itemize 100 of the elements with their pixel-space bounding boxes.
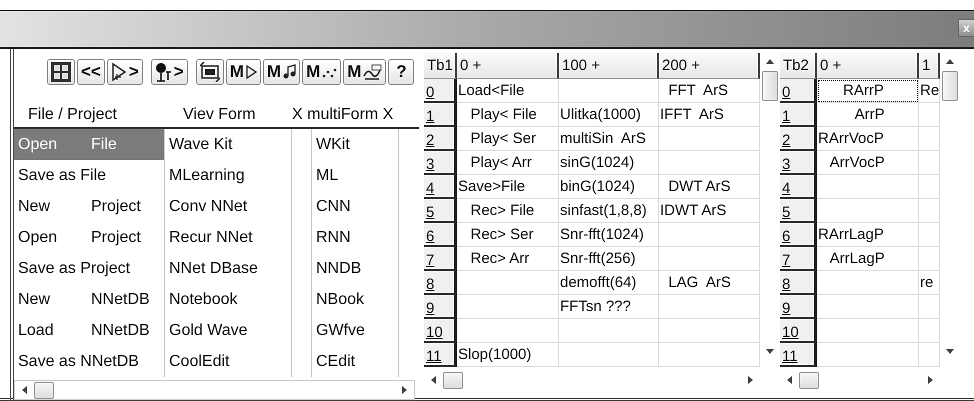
scrollbar-thumb[interactable] [443, 372, 463, 388]
menu-item[interactable]: Save as File [14, 160, 165, 191]
row-header[interactable]: 3 [780, 151, 817, 175]
toolbar-button[interactable]: > [106, 59, 143, 85]
menu-item[interactable]: CoolEdit [165, 346, 292, 377]
table-cell[interactable] [457, 319, 559, 343]
table-cell[interactable]: Load<File [457, 79, 559, 103]
table-cell[interactable] [817, 175, 919, 199]
menu-item[interactable]: New Project [14, 191, 165, 222]
table-cell[interactable] [559, 343, 659, 367]
table-cell[interactable] [817, 199, 919, 223]
table-cell[interactable]: Snr-fft(256) [559, 247, 659, 271]
toolbar-button[interactable] [47, 59, 75, 85]
row-header[interactable]: 4 [780, 175, 817, 199]
scrollbar-thumb[interactable] [762, 71, 778, 101]
menu-item[interactable]: CEdit [312, 346, 399, 377]
menu-item[interactable]: Load NNetDB [14, 315, 165, 346]
row-header[interactable]: 0 [424, 79, 457, 103]
table-cell[interactable]: RArrLagP [817, 223, 919, 247]
column-header[interactable]: 100 + [559, 53, 659, 79]
column-header[interactable]: 200 + [659, 53, 760, 79]
table-cell[interactable]: ArrVocP [817, 151, 919, 175]
toolbar-button[interactable]: M [302, 59, 342, 85]
table-cell[interactable]: Play< File [457, 103, 559, 127]
row-header[interactable]: 8 [424, 271, 457, 295]
menu-item[interactable]: Recur NNet [165, 222, 292, 253]
table-cell[interactable]: ArrLagP [817, 247, 919, 271]
table-cell[interactable]: RArrVocP [817, 127, 919, 151]
column-header[interactable]: 0 + [457, 53, 559, 79]
toolbar-button[interactable]: > [150, 59, 188, 85]
table-cell[interactable] [559, 319, 659, 343]
menu-item[interactable]: Save as NNetDB [14, 346, 165, 377]
menu-item[interactable]: New NNetDB [14, 284, 165, 315]
menu-item[interactable]: ML [312, 160, 399, 191]
table-cell[interactable]: sinfast(1,8,8) [559, 199, 659, 223]
row-header[interactable]: 4 [424, 175, 457, 199]
row-header[interactable]: 11 [424, 343, 457, 367]
table-cell[interactable]: sinG(1024) [559, 151, 659, 175]
row-header[interactable]: 1 [780, 103, 817, 127]
table-cell[interactable]: FFTsn ??? [559, 295, 659, 319]
row-header[interactable]: 6 [780, 223, 817, 247]
table-cell[interactable]: Play< Ser [457, 127, 559, 151]
row-header[interactable]: 0 [780, 79, 817, 103]
table-cell[interactable]: RArrP [817, 79, 919, 103]
menu-item[interactable]: MLearning [165, 160, 292, 191]
menu-item[interactable]: NNDB [312, 253, 399, 284]
menu-item[interactable]: WKit [312, 129, 399, 160]
table-cell[interactable]: multiSin ArS [559, 127, 659, 151]
table-cell[interactable]: Rec> Arr [457, 247, 559, 271]
table-cell[interactable]: Save>File [457, 175, 559, 199]
menu-item[interactable]: NNet DBase [165, 253, 292, 284]
row-header[interactable]: 5 [780, 199, 817, 223]
row-header[interactable]: 11 [780, 343, 817, 367]
column-header[interactable]: 0 + [817, 53, 919, 79]
row-header[interactable]: 10 [424, 319, 457, 343]
scrollbar-thumb[interactable] [942, 71, 958, 101]
row-header[interactable]: 6 [424, 223, 457, 247]
table-cell[interactable] [817, 271, 919, 295]
row-header[interactable]: 8 [780, 271, 817, 295]
row-header[interactable]: 9 [424, 295, 457, 319]
row-header[interactable]: 5 [424, 199, 457, 223]
menu-item[interactable]: RNN [312, 222, 399, 253]
row-header[interactable]: 2 [424, 127, 457, 151]
row-header[interactable]: 2 [780, 127, 817, 151]
row-header[interactable]: 3 [424, 151, 457, 175]
row-header[interactable]: 7 [424, 247, 457, 271]
table-cell[interactable] [817, 343, 919, 367]
table-cell[interactable] [817, 319, 919, 343]
menu-item[interactable]: CNN [312, 191, 399, 222]
table-cell[interactable]: demofft(64) [559, 271, 659, 295]
row-header[interactable]: 7 [780, 247, 817, 271]
menu-item[interactable]: Save as Project [14, 253, 165, 284]
table-cell[interactable] [817, 295, 919, 319]
toolbar-button[interactable] [196, 59, 224, 85]
table-cell[interactable]: Rec> Ser [457, 223, 559, 247]
table-cell[interactable]: ArrP [817, 103, 919, 127]
menu-item[interactable]: Open File [14, 129, 165, 160]
menu-item[interactable]: GWfve [312, 315, 399, 346]
row-header[interactable]: 9 [780, 295, 817, 319]
table-cell[interactable]: Rec> File [457, 199, 559, 223]
table-cell[interactable]: Slop(1000) [457, 343, 559, 367]
table-cell[interactable] [457, 295, 559, 319]
menu-item[interactable]: Conv NNet [165, 191, 292, 222]
table-cell[interactable]: binG(1024) [559, 175, 659, 199]
toolbar-button[interactable]: M [226, 59, 261, 85]
toolbar-button[interactable]: << [77, 59, 105, 85]
row-header[interactable]: 1 [424, 103, 457, 127]
menu-item[interactable]: NBook [312, 284, 399, 315]
horizontal-scrollbar[interactable] [14, 380, 415, 400]
menu-item[interactable]: Open Project [14, 222, 165, 253]
toolbar-button[interactable]: M [343, 59, 386, 85]
toolbar-button[interactable]: ? [388, 59, 414, 85]
menu-item[interactable]: Notebook [165, 284, 292, 315]
table-cell[interactable] [559, 79, 659, 103]
table-cell[interactable]: Snr-fft(1024) [559, 223, 659, 247]
toolbar-button[interactable]: M [262, 59, 300, 85]
table-cell[interactable]: Ulitka(1000) [559, 103, 659, 127]
scrollbar-thumb[interactable] [799, 372, 819, 388]
table-cell[interactable]: Play< Arr [457, 151, 559, 175]
menu-item[interactable]: Gold Wave [165, 315, 292, 346]
